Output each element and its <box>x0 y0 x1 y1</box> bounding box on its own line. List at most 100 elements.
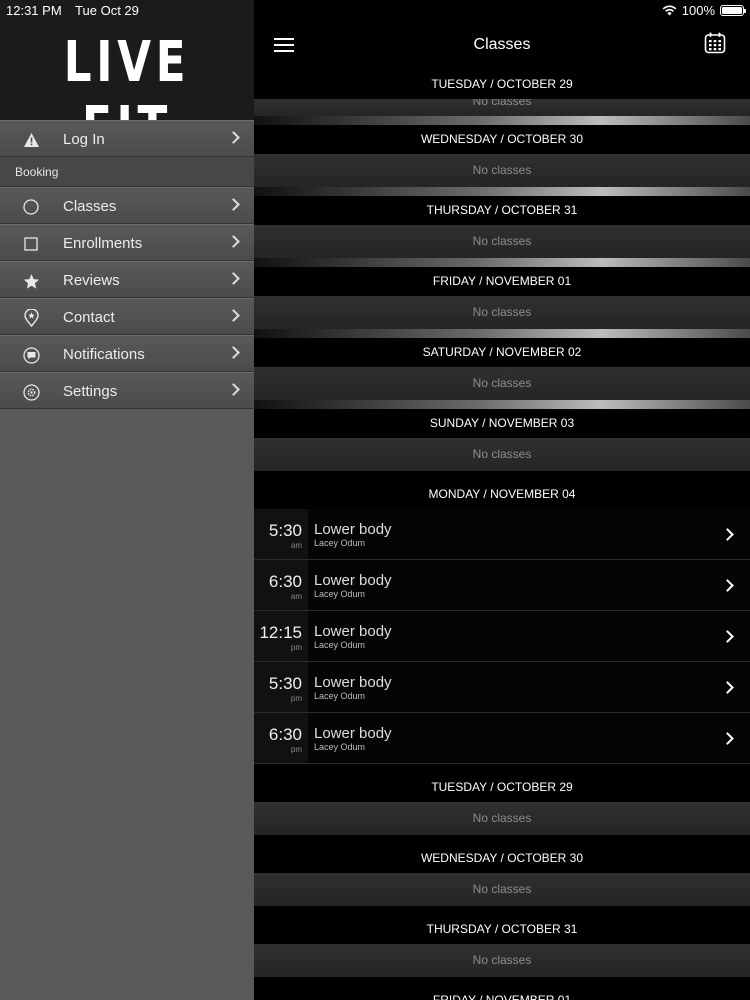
spacer <box>254 764 750 773</box>
day-header: WEDNESDAY / OCTOBER 30 <box>254 125 750 154</box>
chevron-right-icon <box>227 346 240 359</box>
no-classes-label: No classes <box>254 944 750 977</box>
instructor-name: Lacey Odum <box>314 742 366 752</box>
sidebar-item-label: Classes <box>63 198 117 215</box>
warning-icon <box>22 131 40 149</box>
time-box: 6:30 pm <box>254 713 308 763</box>
sidebar-item-label: Notifications <box>63 346 145 363</box>
class-session-row[interactable]: 6:30 am Lower body Lacey Odum <box>254 560 750 611</box>
day-header: WEDNESDAY / OCTOBER 30 <box>254 844 750 873</box>
sidebar-item-label: Contact <box>63 309 115 326</box>
square-icon <box>22 235 40 253</box>
session-ampm: pm <box>290 694 302 703</box>
status-bar: 12:31 PM Tue Oct 29 100% <box>0 0 750 22</box>
gear-icon <box>22 383 40 401</box>
chevron-right-icon <box>721 528 734 541</box>
chevron-right-icon <box>227 198 240 211</box>
session-time: 5:30 <box>268 521 302 540</box>
circle-icon <box>22 198 40 216</box>
battery-level <box>722 7 742 14</box>
separator <box>254 329 750 338</box>
instructor-name: Lacey Odum <box>314 640 366 650</box>
time-box: 12:15 pm <box>254 611 308 661</box>
day-header: TUESDAY / OCTOBER 29 <box>254 70 750 99</box>
day-header: TUESDAY / OCTOBER 29 <box>254 773 750 802</box>
class-session-row[interactable]: 12:15 pm Lower body Lacey Odum <box>254 611 750 662</box>
sidebar-item-notifications[interactable]: Notifications <box>0 335 254 372</box>
session-time: 6:30 <box>268 572 302 591</box>
separator <box>254 471 750 480</box>
instructor-name: Lacey Odum <box>314 691 366 701</box>
status-time: 12:31 PM <box>6 3 62 18</box>
no-classes-label: No classes <box>254 296 750 329</box>
no-classes-label: No classes <box>254 367 750 400</box>
instructor-name: Lacey Odum <box>314 538 366 548</box>
day-header: THURSDAY / OCTOBER 31 <box>254 196 750 225</box>
session-time: 12:15 <box>259 623 302 642</box>
no-classes-label: No classes <box>254 873 750 906</box>
sidebar-item-settings[interactable]: Settings <box>0 372 254 409</box>
battery-icon <box>720 5 746 16</box>
session-ampm: am <box>290 592 302 601</box>
day-header: SATURDAY / NOVEMBER 02 <box>254 338 750 367</box>
chevron-right-icon <box>721 681 734 694</box>
class-name: Lower body <box>314 623 392 640</box>
class-name: Lower body <box>314 572 392 589</box>
sidebar-item-reviews[interactable]: Reviews <box>0 261 254 298</box>
sidebar-item-label: Enrollments <box>63 235 143 252</box>
separator <box>254 116 750 125</box>
time-box: 6:30 am <box>254 560 308 610</box>
class-session-row[interactable]: 6:30 pm Lower body Lacey Odum <box>254 713 750 764</box>
chevron-right-icon <box>227 272 240 285</box>
separator <box>254 400 750 409</box>
day-header: FRIDAY / NOVEMBER 01 <box>254 986 750 1000</box>
separator <box>254 977 750 986</box>
time-box: 5:30 pm <box>254 662 308 712</box>
class-name: Lower body <box>314 725 392 742</box>
time-box: 5:30 am <box>254 509 308 559</box>
day-header: SUNDAY / NOVEMBER 03 <box>254 409 750 438</box>
star-icon <box>22 272 40 290</box>
chevron-right-icon <box>227 309 240 322</box>
separator <box>254 258 750 267</box>
chevron-right-icon <box>227 131 240 144</box>
instructor-name: Lacey Odum <box>314 589 366 599</box>
sidebar-item-label: Reviews <box>63 272 120 289</box>
sidebar-item-login[interactable]: Log In <box>0 120 254 157</box>
status-date: Tue Oct 29 <box>75 3 139 18</box>
section-label-booking: Booking <box>0 157 254 187</box>
chat-bubble-icon <box>22 346 40 364</box>
sidebar-item-contact[interactable]: Contact <box>0 298 254 335</box>
no-classes-label: No classes <box>254 99 750 116</box>
session-ampm: pm <box>290 643 302 652</box>
battery-percent: 100% <box>681 3 715 18</box>
no-classes-label: No classes <box>254 438 750 471</box>
chevron-right-icon <box>721 579 734 592</box>
session-ampm: pm <box>290 745 302 754</box>
no-classes-label: No classes <box>254 802 750 835</box>
no-classes-label: No classes <box>254 154 750 187</box>
chevron-right-icon <box>227 235 240 248</box>
separator <box>254 906 750 915</box>
calendar-icon[interactable] <box>704 32 726 54</box>
class-session-row[interactable]: 5:30 pm Lower body Lacey Odum <box>254 662 750 713</box>
sidebar: LIVE FIT Log In Booking Classes Enrollme… <box>0 0 254 1000</box>
chevron-right-icon <box>721 630 734 643</box>
class-name: Lower body <box>314 674 392 691</box>
sidebar-item-label: Settings <box>63 383 118 400</box>
no-classes-label: No classes <box>254 225 750 258</box>
class-name: Lower body <box>314 521 392 538</box>
page-title: Classes <box>473 36 531 53</box>
sidebar-item-classes[interactable]: Classes <box>0 187 254 224</box>
class-session-row[interactable]: 5:30 am Lower body Lacey Odum <box>254 509 750 560</box>
class-schedule-list[interactable]: TUESDAY / OCTOBER 29 No classes WEDNESDA… <box>254 70 750 1000</box>
session-time: 5:30 <box>268 674 302 693</box>
day-header: FRIDAY / NOVEMBER 01 <box>254 267 750 296</box>
separator <box>254 835 750 844</box>
day-header: MONDAY / NOVEMBER 04 <box>254 480 750 509</box>
main-content: Classes TUESDAY / OCTOBER 29 No classes … <box>254 0 750 1000</box>
chevron-right-icon <box>721 732 734 745</box>
separator <box>254 187 750 196</box>
wifi-icon <box>662 5 677 16</box>
sidebar-item-enrollments[interactable]: Enrollments <box>0 224 254 261</box>
